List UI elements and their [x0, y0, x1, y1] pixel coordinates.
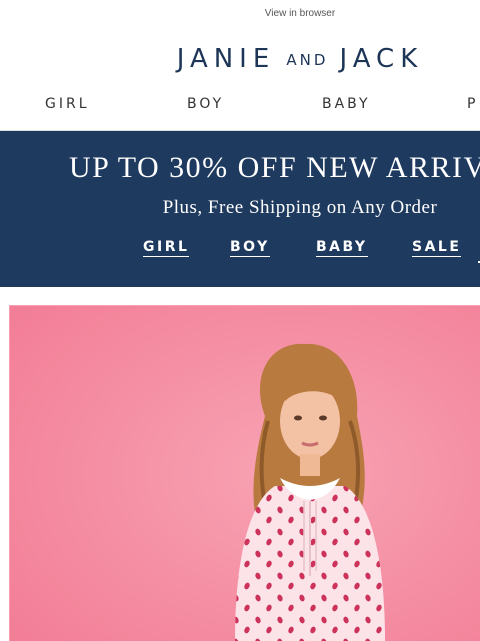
- banner-link-boy[interactable]: BOY: [230, 239, 270, 257]
- top-navigation: GIRL BOY BABY P: [0, 96, 480, 116]
- hero-image[interactable]: [9, 305, 480, 641]
- view-in-browser-link[interactable]: View in browser: [0, 8, 480, 19]
- promo-banner[interactable]: UP TO 30% OFF NEW ARRIVA Plus, Free Ship…: [0, 131, 480, 287]
- hero-photo-girl-in-floral-dress: [10, 306, 480, 641]
- logo-word-jack: JACK: [339, 44, 424, 74]
- nav-item-boy[interactable]: BOY: [187, 96, 224, 112]
- nav-item-partial[interactable]: P: [467, 96, 478, 112]
- banner-link-girl[interactable]: GIRL: [143, 239, 190, 257]
- banner-link-baby[interactable]: BABY: [316, 239, 368, 257]
- nav-item-baby[interactable]: BABY: [322, 96, 371, 112]
- promo-headline: UP TO 30% OFF NEW ARRIVA: [69, 151, 480, 184]
- logo-word-and: AND: [286, 51, 329, 69]
- logo-word-janie: JANIE: [176, 44, 276, 74]
- nav-item-girl[interactable]: GIRL: [45, 96, 90, 112]
- janie-and-jack-logo[interactable]: JANIE AND JACK: [0, 44, 480, 74]
- promo-subheadline: Plus, Free Shipping on Any Order: [162, 197, 438, 218]
- banner-link-sale[interactable]: SALE: [412, 239, 462, 257]
